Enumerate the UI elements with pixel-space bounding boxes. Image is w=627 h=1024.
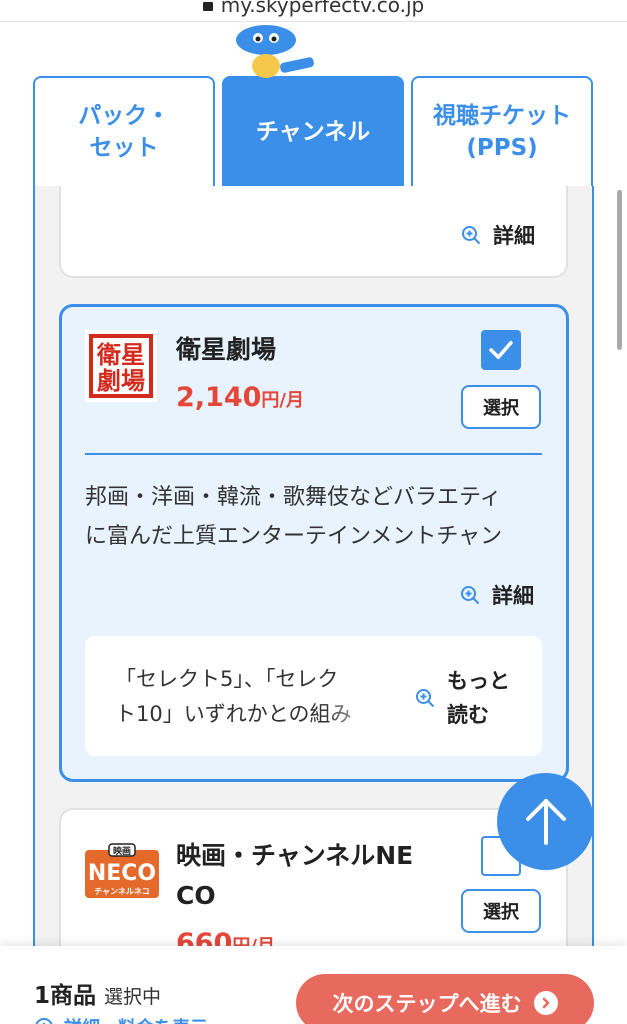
channel-note-box: 「セレクト5」、「セレク ト10」いずれかとの組み もっと 読む	[85, 636, 542, 756]
lock-icon	[202, 2, 213, 11]
price-unit: 円/月	[261, 390, 304, 411]
count-status: 選択中	[104, 986, 162, 1008]
select-checkbox[interactable]	[481, 330, 521, 370]
select-button[interactable]: 選択	[461, 889, 541, 933]
neco-logo: 映画 NECO チャンネルネコ	[85, 843, 159, 898]
channel-name-line: 映画・チャンネルNE	[176, 841, 414, 870]
read-more-label: もっと 読む	[447, 669, 510, 727]
logo-bottom-text: チャンネルネコ	[94, 886, 150, 896]
tab-label: チャンネル	[255, 119, 371, 145]
check-icon	[489, 341, 513, 359]
text-fade	[325, 697, 385, 732]
scroll-to-top-button[interactable]	[497, 773, 594, 870]
detail-link[interactable]: 詳細	[460, 580, 534, 610]
show-detail-fee-link[interactable]: 詳細・料金を表示	[34, 1014, 208, 1024]
arrow-up-icon	[525, 798, 566, 845]
svg-text:衛星: 衛星	[96, 341, 145, 369]
url-text: my.skyperfectv.co.jp	[220, 0, 425, 17]
selection-count: 1商品 選択中	[34, 976, 161, 1010]
chevron-right-icon	[533, 991, 558, 1015]
svg-text:劇場: 劇場	[97, 367, 145, 395]
tab-label: パック・ セット	[78, 103, 170, 161]
note-text: 「セレクト5」、「セレク ト10」いずれかとの組み	[115, 662, 385, 732]
count-value: 1商品	[34, 983, 97, 1009]
channel-name: 映画・チャンネルNE CO	[176, 836, 413, 916]
description-line: 邦画・洋画・韓流・歌舞伎などバラエティ	[85, 485, 502, 510]
scrollbar-thumb[interactable]	[617, 190, 622, 350]
browser-url-bar[interactable]: my.skyperfectv.co.jp	[0, 0, 627, 22]
mascot-character	[234, 25, 314, 84]
next-step-button[interactable]: 次のステップへ進む	[296, 974, 594, 1024]
tab-pack-set[interactable]: パック・ セット	[33, 76, 215, 186]
text-fade	[505, 517, 545, 556]
detail-label: 詳細	[493, 224, 535, 248]
channel-name: 衛星劇場	[176, 335, 277, 364]
channel-description: 邦画・洋画・韓流・歌舞伎などバラエティ に富んだ上質エンターテインメントチャン	[85, 478, 545, 558]
eisei-gekijo-logo: 衛星 劇場	[85, 330, 157, 402]
tab-channel[interactable]: チャンネル	[222, 76, 404, 186]
zoom-in-icon	[462, 226, 481, 245]
select-button[interactable]: 選択	[461, 385, 541, 429]
selection-footer: 1商品選択中 詳細・料金を表示 次のステップへ進む	[0, 946, 627, 1024]
logo-top-text: 映画	[113, 845, 131, 857]
price-value: 2,140	[176, 382, 262, 413]
description-line: に富んだ上質エンターテインメントチャン	[85, 524, 503, 549]
channel-card-previous: 詳細	[59, 170, 568, 278]
channel-name-line: CO	[176, 881, 216, 910]
tab-pps-ticket[interactable]: 視聴チケット (PPS)	[411, 76, 593, 186]
detail-fee-label: 詳細・料金を表示	[64, 1014, 208, 1024]
detail-label: 詳細	[492, 584, 534, 608]
next-step-label: 次のステップへ進む	[332, 992, 522, 1016]
tab-label: 視聴チケット (PPS)	[433, 103, 571, 161]
zoom-in-icon	[461, 586, 480, 605]
detail-link[interactable]: 詳細	[461, 220, 535, 250]
zoom-in-icon	[416, 689, 435, 708]
read-more-link[interactable]: もっと 読む	[415, 664, 510, 732]
channel-price: 2,140円/月	[176, 382, 304, 413]
note-line: 「セレクト5」、「セレク	[115, 667, 339, 691]
logo-main-text: NECO	[88, 861, 156, 886]
plus-circle-icon	[35, 1018, 53, 1024]
card-divider	[85, 453, 542, 455]
